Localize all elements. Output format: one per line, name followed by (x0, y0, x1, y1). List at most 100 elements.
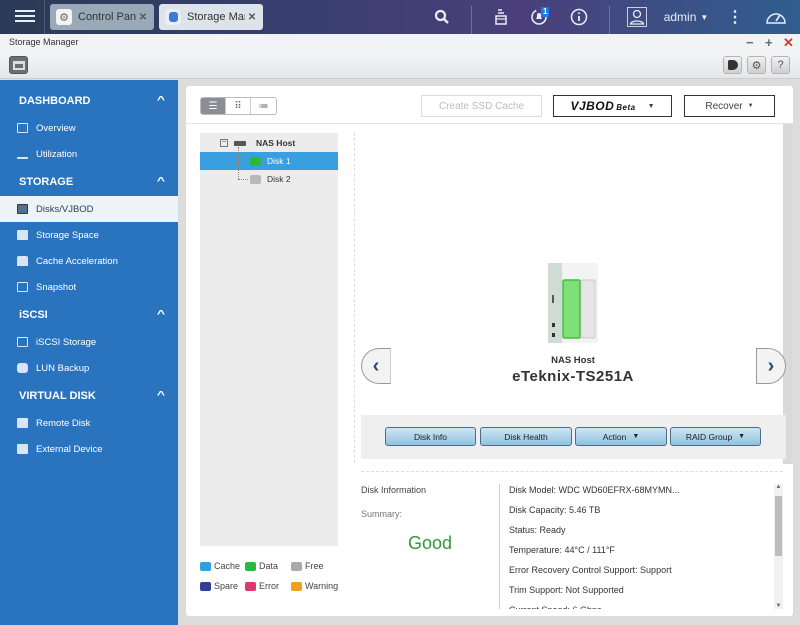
chevron-up-icon: ^ (156, 176, 166, 187)
summary-label: Summary: (361, 509, 403, 519)
divider (44, 0, 45, 34)
divider (354, 133, 355, 463)
sidebar-section-dashboard[interactable]: DASHBOARD ^ (0, 86, 178, 115)
tree-connector (238, 160, 248, 162)
sidebar-item-label: Cache Acceleration (36, 255, 118, 267)
legend-swatch (291, 581, 302, 591)
top-bar: ⚙ Control Panel ✕ Storage Man... ✕ 1 adm… (0, 0, 800, 34)
main-menu-button[interactable] (15, 7, 35, 27)
sidebar-item-label: Storage Space (36, 229, 99, 241)
action-label: Action (602, 431, 627, 442)
user-menu[interactable]: admin ▼ (663, 0, 709, 34)
next-device-button[interactable]: › (756, 348, 786, 384)
divider (361, 471, 783, 472)
disk-health-button[interactable]: Disk Health (480, 427, 572, 446)
details-scrollbar[interactable]: ▲ ▼ (774, 484, 783, 609)
notifications-icon[interactable]: 1 (528, 0, 550, 34)
tree-label: Disk 2 (267, 174, 291, 184)
disk-info-heading: Disk Information (361, 485, 427, 495)
sidebar-item-utilization[interactable]: Utilization (0, 141, 178, 167)
vjbod-button[interactable]: VJBOD Beta ▼ (553, 95, 672, 117)
chevron-up-icon: ^ (156, 390, 166, 401)
nas-icon (234, 140, 246, 146)
legend-swatch (200, 581, 211, 591)
more-options-icon[interactable]: ⋮ (727, 0, 743, 34)
detail-trim-support: Trim Support: Not Supported (509, 585, 624, 595)
sidebar-item-disks-vjbod[interactable]: Disks/VJBOD (0, 196, 178, 222)
window-toolbar: ⚙ ? (0, 52, 800, 79)
qtier-button[interactable] (723, 56, 742, 74)
detail-current-speed: Current Speed: 6 Gbps (509, 604, 769, 609)
list-view-icon[interactable]: ☰ (201, 98, 226, 114)
section-title: DASHBOARD (19, 94, 91, 107)
info-icon[interactable] (568, 0, 590, 34)
user-avatar-icon[interactable] (626, 0, 648, 34)
overview-icon (17, 123, 28, 133)
disk-data-icon (250, 156, 261, 166)
scroll-thumb[interactable] (775, 496, 782, 556)
tree-connector (238, 147, 239, 179)
collapse-icon[interactable]: − (220, 139, 228, 147)
legend-label: Warning (305, 581, 339, 591)
raid-group-dropdown[interactable]: RAID Group ▼ (670, 427, 761, 446)
legend-label: Cache (214, 561, 241, 571)
chevron-down-icon: ▼ (747, 103, 754, 109)
prev-device-button[interactable]: ‹ (361, 348, 391, 384)
detail-view-icon[interactable]: ≔ (251, 98, 276, 114)
tab-storage-manager[interactable]: Storage Man... ✕ (159, 4, 263, 30)
lun-backup-icon (17, 363, 28, 373)
scroll-up-icon[interactable]: ▲ (774, 484, 783, 490)
legend-warning: Warning (291, 581, 338, 591)
sidebar-section-storage[interactable]: STORAGE ^ (0, 167, 178, 196)
device-name: eTeknix-TS251A (512, 368, 634, 385)
minimize-button[interactable]: − (746, 35, 754, 50)
close-button[interactable]: ✕ (783, 35, 794, 51)
sidebar-section-iscsi[interactable]: iSCSI ^ (0, 300, 178, 329)
sidebar-item-snapshot[interactable]: Snapshot (0, 274, 178, 300)
gear-icon: ⚙ (751, 59, 762, 72)
tree-node-disk-2[interactable]: Disk 2 (200, 170, 338, 188)
tree-node-disk-1[interactable]: Disk 1 (200, 152, 338, 170)
section-title: VIRTUAL DISK (19, 389, 96, 402)
sidebar-item-lun-backup[interactable]: LUN Backup (0, 355, 178, 381)
recover-button[interactable]: Recover ▼ (684, 95, 775, 117)
sidebar-item-remote-disk[interactable]: Remote Disk (0, 410, 178, 436)
snapshot-icon (17, 282, 28, 292)
disk-info-button[interactable]: Disk Info (385, 427, 476, 446)
legend-swatch (291, 561, 302, 571)
nas-device-image (548, 263, 598, 343)
action-dropdown[interactable]: Action ▼ (575, 427, 667, 446)
layout-toggle-button[interactable] (9, 56, 28, 74)
chevron-left-icon: ‹ (372, 354, 380, 377)
close-icon[interactable]: ✕ (136, 12, 150, 23)
panel-scrollbar[interactable] (783, 124, 793, 464)
sidebar-item-overview[interactable]: Overview (0, 115, 178, 141)
sidebar-item-cache-acceleration[interactable]: Cache Acceleration (0, 248, 178, 274)
tab-control-panel[interactable]: ⚙ Control Panel ✕ (50, 4, 154, 30)
dashboard-gauge-icon[interactable] (764, 0, 788, 34)
legend-label: Data (259, 561, 279, 571)
sidebar-item-iscsi-storage[interactable]: iSCSI Storage (0, 329, 178, 355)
sidebar-item-storage-space[interactable]: Storage Space (0, 222, 178, 248)
settings-button[interactable]: ⚙ (747, 56, 766, 74)
tree-node-nas-host[interactable]: − NAS Host (200, 134, 338, 152)
background-tasks-icon[interactable] (490, 0, 512, 34)
sidebar-item-label: Remote Disk (36, 417, 91, 429)
sidebar-item-external-device[interactable]: External Device (0, 436, 178, 462)
tree-connector (238, 178, 248, 180)
maximize-button[interactable]: + (765, 35, 773, 50)
sidebar-section-virtual-disk[interactable]: VIRTUAL DISK ^ (0, 381, 178, 410)
legend-spare: Spare (200, 581, 238, 591)
scroll-down-icon[interactable]: ▼ (774, 603, 783, 609)
vjbod-text: VJBOD (570, 99, 615, 113)
create-ssd-cache-button[interactable]: Create SSD Cache (421, 95, 542, 117)
disk-details-list: Disk Model: WDC WD60EFRX-68MYMN... Disk … (509, 484, 769, 609)
detail-temperature: Temperature: 44°C / 111°F (509, 545, 615, 555)
help-button[interactable]: ? (771, 56, 790, 74)
close-icon[interactable]: ✕ (245, 12, 259, 23)
grid-view-icon[interactable]: ⠿ (226, 98, 251, 114)
legend-label: Free (305, 561, 324, 571)
main-panel: ☰ ⠿ ≔ Create SSD Cache VJBOD Beta ▼ Recov… (186, 86, 793, 616)
tab-label: Control Panel (78, 11, 136, 23)
search-icon[interactable] (431, 0, 453, 34)
